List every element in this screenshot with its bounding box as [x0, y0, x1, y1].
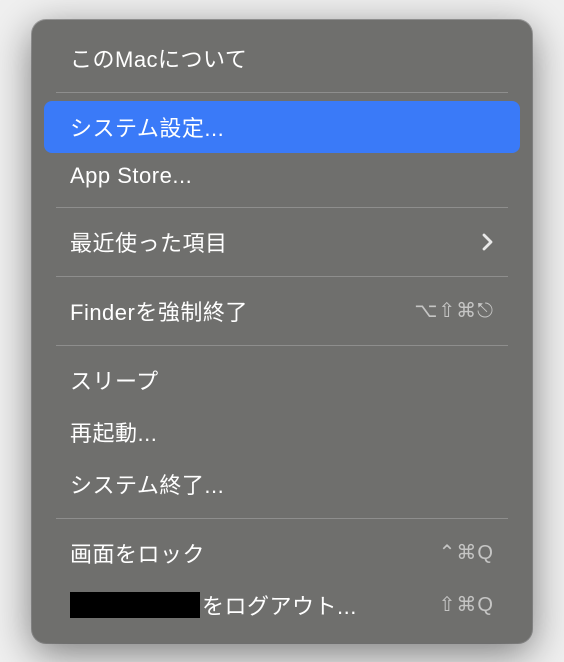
menu-item-about-this-mac[interactable]: このMacについて — [44, 32, 520, 84]
menu-item-label: App Store... — [70, 163, 192, 189]
keyboard-shortcut: ⇧⌘Q — [439, 592, 494, 617]
menu-item-label: 最近使った項目 — [70, 226, 228, 258]
menu-item-sleep[interactable]: スリープ — [44, 354, 520, 406]
menu-item-recent-items[interactable]: 最近使った項目 — [44, 216, 520, 268]
logout-suffix: をログアウト... — [202, 589, 357, 621]
keyboard-shortcut: ⌃⌘Q — [439, 540, 494, 565]
chevron-right-icon — [482, 233, 494, 251]
menu-separator — [56, 518, 508, 519]
menu-item-label: Finderを強制終了 — [70, 295, 248, 327]
menu-item-lock-screen[interactable]: 画面をロック ⌃⌘Q — [44, 527, 520, 579]
menu-item-label: をログアウト... — [70, 589, 357, 621]
menu-item-label: システム設定... — [70, 111, 224, 143]
menu-item-label: 再起動... — [70, 416, 157, 448]
menu-item-label: 画面をロック — [70, 537, 205, 569]
menu-separator — [56, 92, 508, 93]
menu-item-label: スリープ — [70, 364, 159, 396]
menu-item-logout[interactable]: をログアウト... ⇧⌘Q — [44, 579, 520, 631]
menu-item-label: このMacについて — [70, 42, 247, 74]
apple-menu: このMacについて システム設定... App Store... 最近使った項目… — [32, 20, 532, 643]
redacted-username — [70, 592, 200, 618]
keyboard-shortcut: ⌥⇧⌘⎋ — [414, 298, 494, 323]
menu-separator — [56, 345, 508, 346]
menu-separator — [56, 276, 508, 277]
menu-item-app-store[interactable]: App Store... — [44, 153, 520, 199]
menu-item-label: システム終了... — [70, 468, 224, 500]
menu-item-force-quit[interactable]: Finderを強制終了 ⌥⇧⌘⎋ — [44, 285, 520, 337]
menu-item-restart[interactable]: 再起動... — [44, 406, 520, 458]
menu-item-system-settings[interactable]: システム設定... — [44, 101, 520, 153]
menu-separator — [56, 207, 508, 208]
menu-item-shutdown[interactable]: システム終了... — [44, 458, 520, 510]
